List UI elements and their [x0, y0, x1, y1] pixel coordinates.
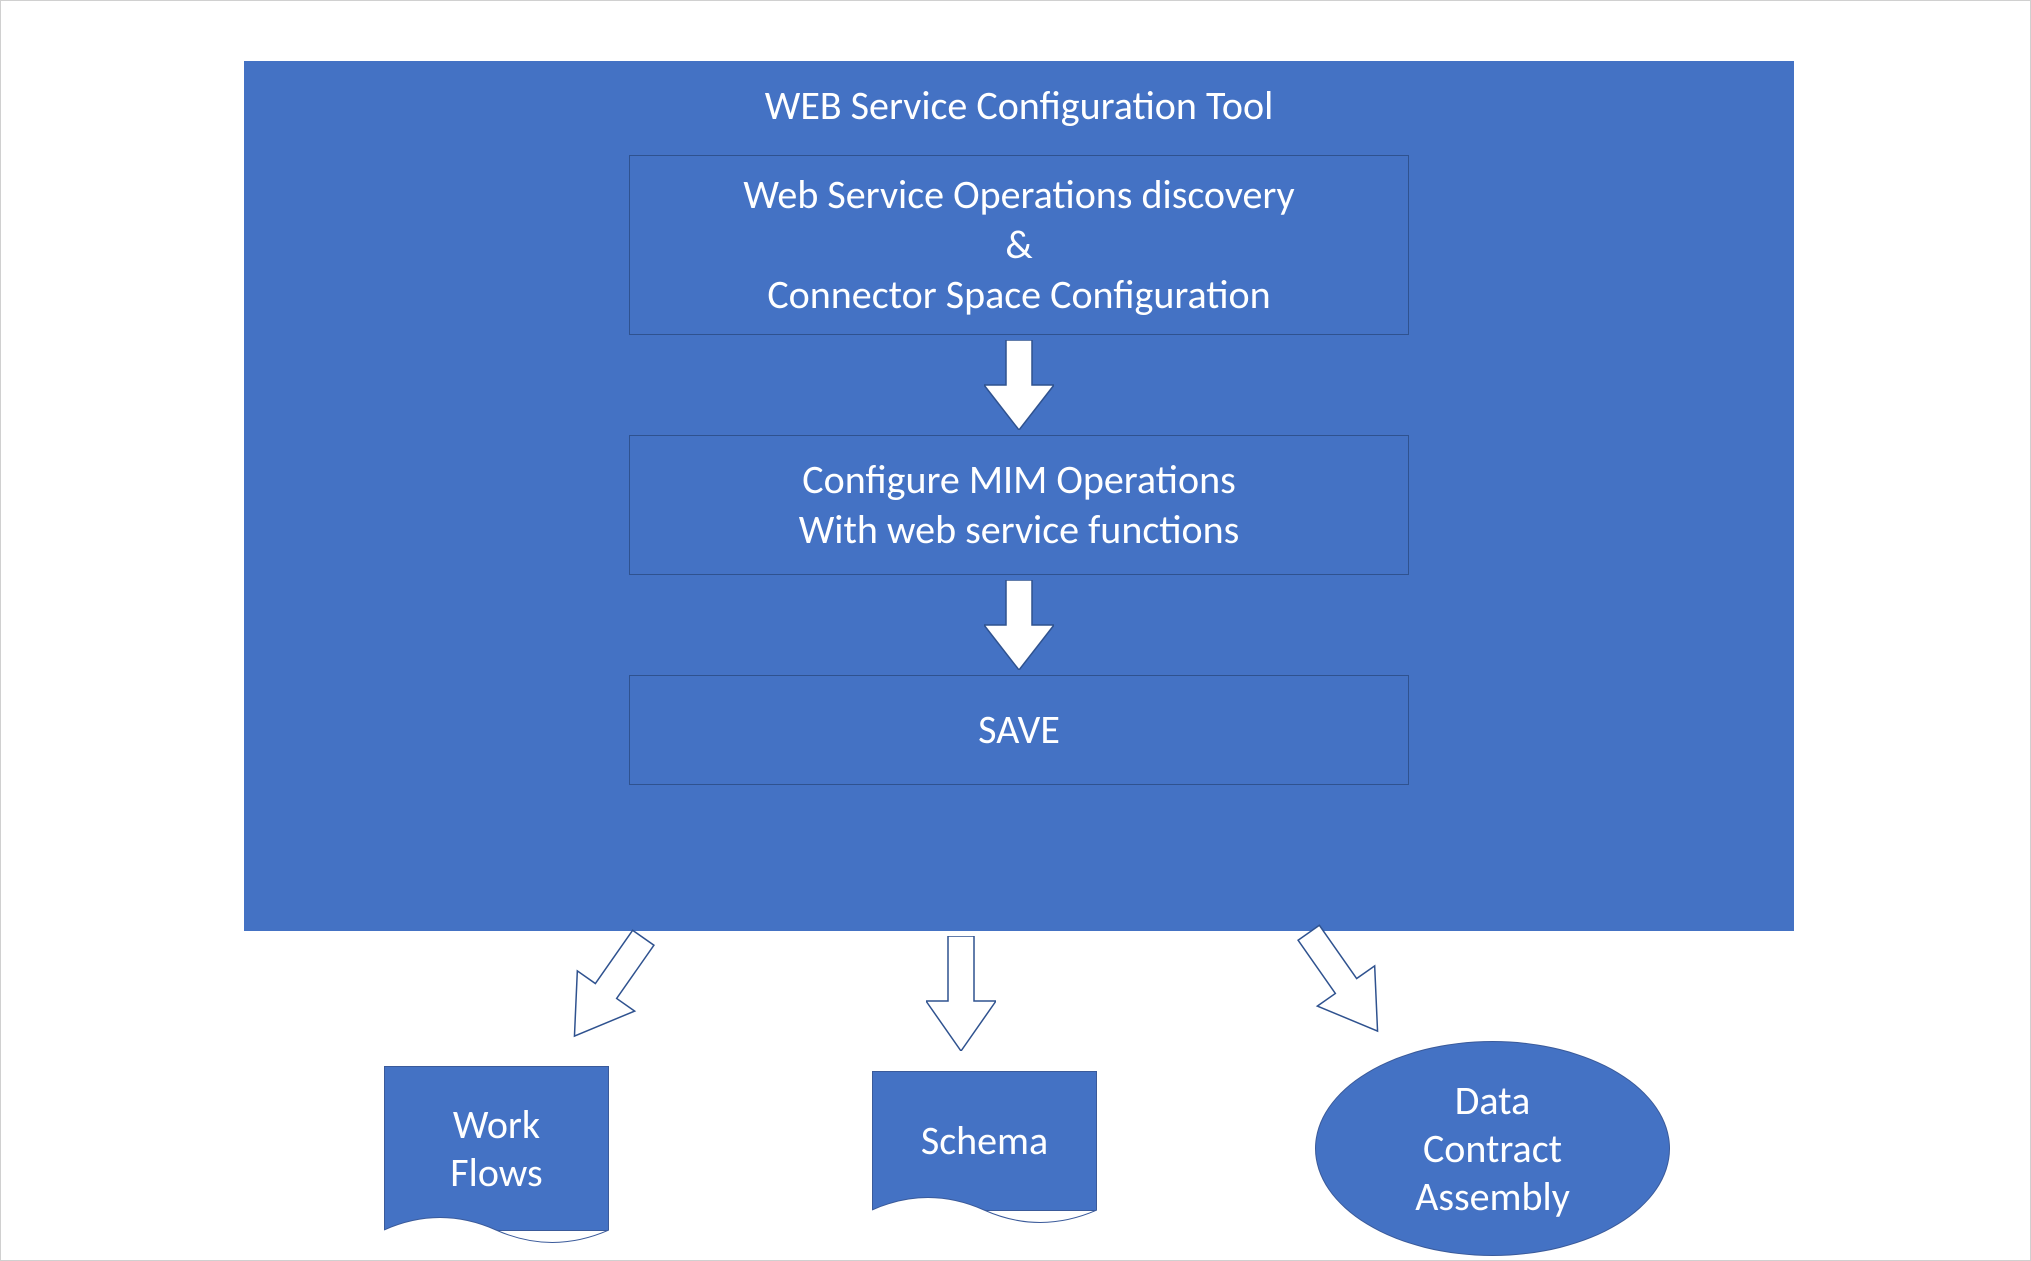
document-wave-icon: [384, 1210, 609, 1250]
step1-line2: &: [1005, 220, 1032, 270]
step3-line1: SAVE: [978, 705, 1060, 755]
schema-line1: Schema: [921, 1117, 1048, 1165]
step2-line2: With web service functions: [799, 505, 1240, 555]
step-save-box: SAVE: [629, 675, 1409, 785]
output-workflows: Work Flows: [384, 1066, 609, 1231]
workflows-line2: Flows: [450, 1149, 542, 1197]
step1-line1: Web Service Operations discovery: [743, 170, 1294, 220]
step-configure-box: Configure MIM Operations With web servic…: [629, 435, 1409, 575]
arrow-down-icon: [984, 580, 1054, 670]
arrow-diagonal-left-icon: [541, 926, 671, 1056]
main-container: WEB Service Configuration Tool Web Servi…: [244, 61, 1794, 931]
arrow-diagonal-right-icon: [1281, 921, 1411, 1051]
document-wave-icon: [872, 1190, 1097, 1230]
output-data-contract: Data Contract Assembly: [1315, 1041, 1670, 1256]
output-schema: Schema: [872, 1071, 1097, 1211]
arrow-down-icon: [984, 340, 1054, 430]
data-contract-line1: Data: [1455, 1077, 1530, 1125]
data-contract-line2: Contract: [1423, 1125, 1562, 1173]
step-discovery-box: Web Service Operations discovery & Conne…: [629, 155, 1409, 335]
data-contract-line3: Assembly: [1415, 1173, 1570, 1221]
main-title: WEB Service Configuration Tool: [765, 81, 1274, 130]
workflows-line1: Work: [453, 1101, 540, 1149]
step1-line3: Connector Space Configuration: [767, 270, 1270, 320]
arrow-down-center-icon: [926, 936, 996, 1051]
step2-line1: Configure MIM Operations: [802, 455, 1235, 505]
